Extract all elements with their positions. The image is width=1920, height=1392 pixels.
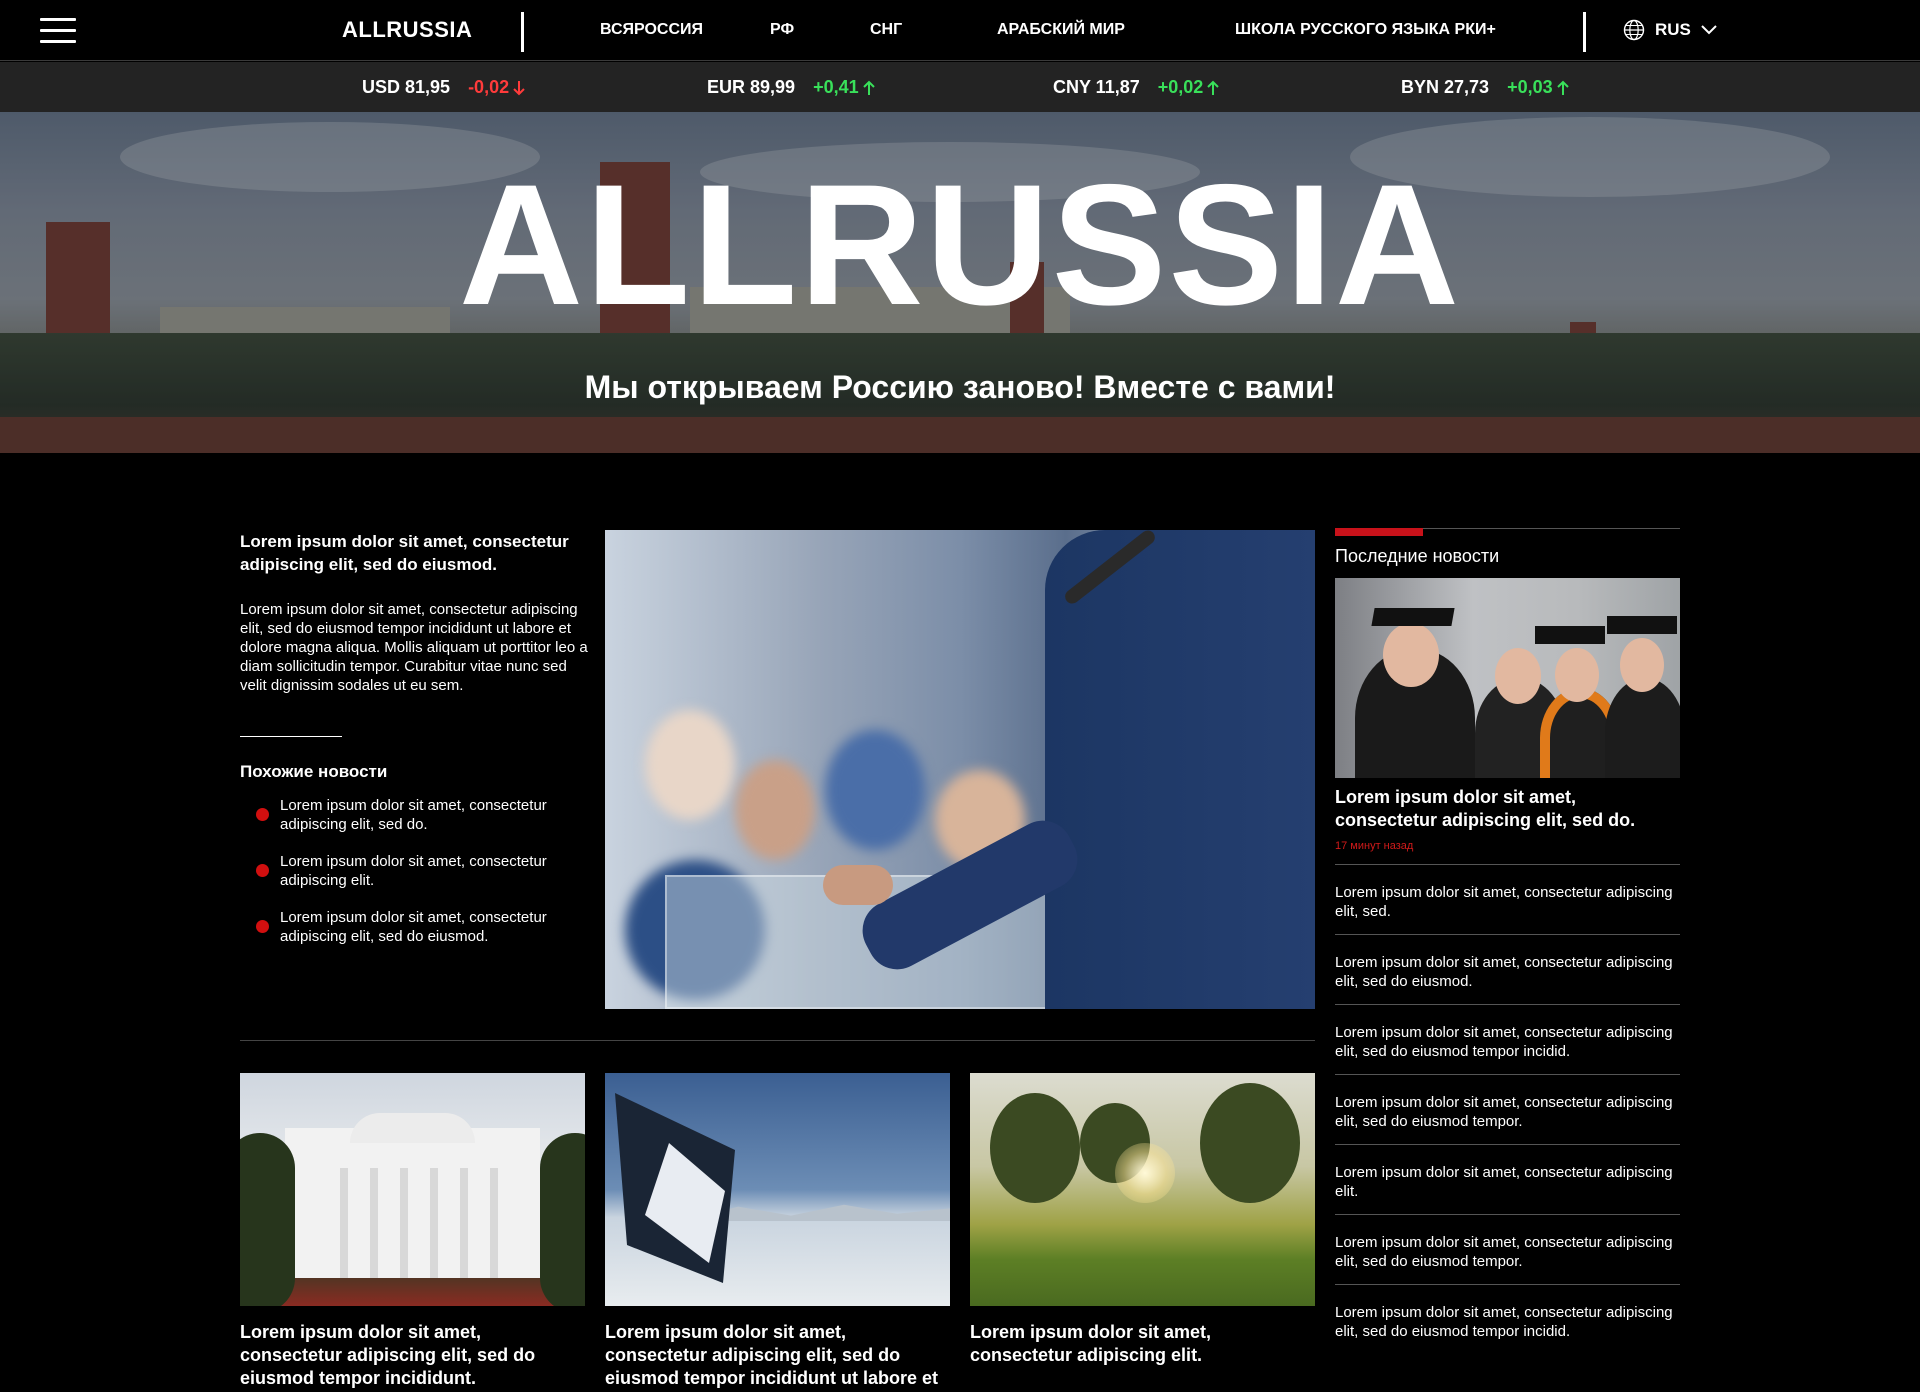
currency-eur: EUR 89,99 +0,41	[707, 77, 875, 98]
nav-link-rf[interactable]: РФ	[770, 21, 794, 39]
currency-label: USD 81,95	[362, 77, 451, 97]
graduation-cap-icon	[1607, 616, 1677, 634]
lead-article-title[interactable]: Lorem ipsum dolor sit amet, consectetur …	[240, 530, 590, 576]
currency-label: EUR 89,99	[707, 77, 796, 97]
lead-article-text: Lorem ipsum dolor sit amet, consectetur …	[240, 601, 588, 694]
latest-news-item[interactable]: Lorem ipsum dolor sit amet, consectetur …	[1335, 1144, 1680, 1214]
arrow-down-icon	[513, 80, 525, 95]
sun	[1115, 1143, 1175, 1203]
latest-news-item[interactable]: Lorem ipsum dolor sit amet, consectetur …	[1335, 1284, 1680, 1354]
news-card[interactable]: Lorem ipsum dolor sit amet, consectetur …	[605, 1073, 950, 1392]
tree	[1200, 1083, 1300, 1203]
tree	[240, 1133, 295, 1306]
bullet-dot-icon	[256, 808, 269, 821]
white-house	[285, 1128, 540, 1278]
latest-news-item[interactable]: Lorem ipsum dolor sit amet, consectetur …	[1335, 1074, 1680, 1144]
change-value: +0,41	[813, 77, 859, 97]
hamburger-menu-icon[interactable]	[40, 18, 76, 44]
arrow-up-icon	[1207, 80, 1219, 95]
news-card-title: Lorem ipsum dolor sit amet, consectetur …	[970, 1322, 1212, 1365]
nav-link-sng[interactable]: СНГ	[870, 21, 902, 39]
news-card-image	[240, 1073, 585, 1306]
hero-banner: ALLRUSSIA Мы открываем Россию заново! Вм…	[0, 112, 1920, 453]
currency-byn: BYN 27,73 +0,03	[1401, 77, 1569, 98]
currency-cny: CNY 11,87 +0,02	[1053, 77, 1219, 98]
nav-link-vsyarossiya[interactable]: ВСЯРОССИЯ	[600, 21, 703, 39]
currency-label: BYN 27,73	[1401, 77, 1490, 97]
hero-subtitle: Мы открываем Россию заново! Вместе с вам…	[584, 369, 1336, 405]
currency-usd: USD 81,95 -0,02	[362, 77, 525, 98]
related-news-text: Lorem ipsum dolor sit amet, consectetur …	[280, 797, 547, 833]
graduate-face	[1383, 623, 1439, 687]
graduate-face	[1495, 648, 1541, 704]
white-house-roof	[350, 1113, 475, 1143]
tree	[540, 1133, 585, 1306]
news-card[interactable]: Lorem ipsum dolor sit amet, consectetur …	[240, 1073, 585, 1390]
latest-news-image[interactable]	[1335, 578, 1680, 778]
site-logo[interactable]: ALLRUSSIA	[342, 17, 472, 43]
latest-news-time: 17 минут назад	[1335, 840, 1414, 852]
graduation-cap-icon	[1535, 626, 1605, 644]
currency-change: +0,02	[1158, 77, 1220, 98]
latest-news-item[interactable]: Lorem ipsum dolor sit amet, consectetur …	[1335, 934, 1680, 1004]
latest-news-item[interactable]: Lorem ipsum dolor sit amet, consectetur …	[1335, 864, 1680, 934]
nav-divider	[1583, 12, 1586, 52]
top-navigation: ALLRUSSIA ВСЯРОССИЯ РФ СНГ АРАБСКИЙ МИР …	[0, 0, 1920, 61]
related-news-item[interactable]: Lorem ipsum dolor sit amet, consectetur …	[256, 796, 586, 852]
change-value: +0,02	[1157, 77, 1204, 97]
currency-bar: USD 81,95 -0,02 EUR 89,99 +0,41 CNY 11,8…	[0, 62, 1920, 112]
currency-change: +0,41	[813, 77, 875, 98]
bullet-dot-icon	[256, 920, 269, 933]
latest-news-item[interactable]: Lorem ipsum dolor sit amet, consectetur …	[1335, 1214, 1680, 1284]
latest-news-headline[interactable]: Lorem ipsum dolor sit amet, consectetur …	[1335, 786, 1680, 832]
divider	[240, 736, 342, 737]
related-news-title: Похожие новости	[240, 762, 388, 781]
related-news-text: Lorem ipsum dolor sit amet, consectetur …	[280, 853, 547, 889]
latest-news-accent	[1335, 528, 1423, 536]
news-card-image	[605, 1073, 950, 1306]
hero-title: ALLRUSSIA	[458, 149, 1462, 341]
news-card[interactable]: Lorem ipsum dolor sit amet, consectetur …	[970, 1073, 1315, 1367]
nav-divider	[521, 12, 524, 52]
speaker-hand	[823, 865, 893, 905]
related-news-item[interactable]: Lorem ipsum dolor sit amet, consectetur …	[256, 852, 586, 908]
currency-change: +0,03	[1507, 77, 1569, 98]
language-selector[interactable]: RUS	[1623, 19, 1717, 41]
news-card-title: Lorem ipsum dolor sit amet, consectetur …	[605, 1322, 939, 1392]
graduation-cap-icon	[1371, 608, 1455, 626]
related-news-list: Lorem ipsum dolor sit amet, consectetur …	[256, 796, 586, 964]
news-card-title: Lorem ipsum dolor sit amet, consectetur …	[240, 1322, 536, 1388]
latest-news-list: Lorem ipsum dolor sit amet, consectetur …	[1335, 864, 1680, 1354]
globe-icon	[1623, 19, 1645, 41]
crowd-blur	[735, 760, 815, 860]
bullet-dot-icon	[256, 864, 269, 877]
arrow-up-icon	[1556, 80, 1569, 95]
language-label: RUS	[1655, 20, 1691, 39]
currency-label: CNY 11,87	[1053, 77, 1140, 97]
nav-link-arab-world[interactable]: АРАБСКИЙ МИР	[997, 21, 1125, 39]
crowd-blur	[645, 710, 735, 820]
section-divider	[240, 1040, 1315, 1041]
related-news-text: Lorem ipsum dolor sit amet, consectetur …	[280, 909, 547, 945]
speaker-suit	[1045, 530, 1315, 1009]
graduate	[1605, 678, 1680, 778]
arrow-up-icon	[862, 80, 875, 95]
graduate-face	[1555, 648, 1599, 702]
news-card-image	[970, 1073, 1315, 1306]
nav-link-rki-school[interactable]: ШКОЛА РУССКОГО ЯЗЫКА РКИ+	[1235, 21, 1496, 39]
chevron-down-icon	[1701, 25, 1717, 35]
graduate-face	[1620, 638, 1664, 692]
change-value: +0,03	[1507, 77, 1553, 97]
tree	[990, 1093, 1080, 1203]
change-value: -0,02	[468, 77, 510, 97]
crowd-blur	[825, 730, 925, 850]
latest-news-item[interactable]: Lorem ipsum dolor sit amet, consectetur …	[1335, 1004, 1680, 1074]
latest-news-title: Последние новости	[1335, 546, 1500, 566]
lead-article-image[interactable]	[605, 530, 1315, 1009]
related-news-item[interactable]: Lorem ipsum dolor sit amet, consectetur …	[256, 908, 586, 964]
currency-change: -0,02	[468, 77, 525, 98]
